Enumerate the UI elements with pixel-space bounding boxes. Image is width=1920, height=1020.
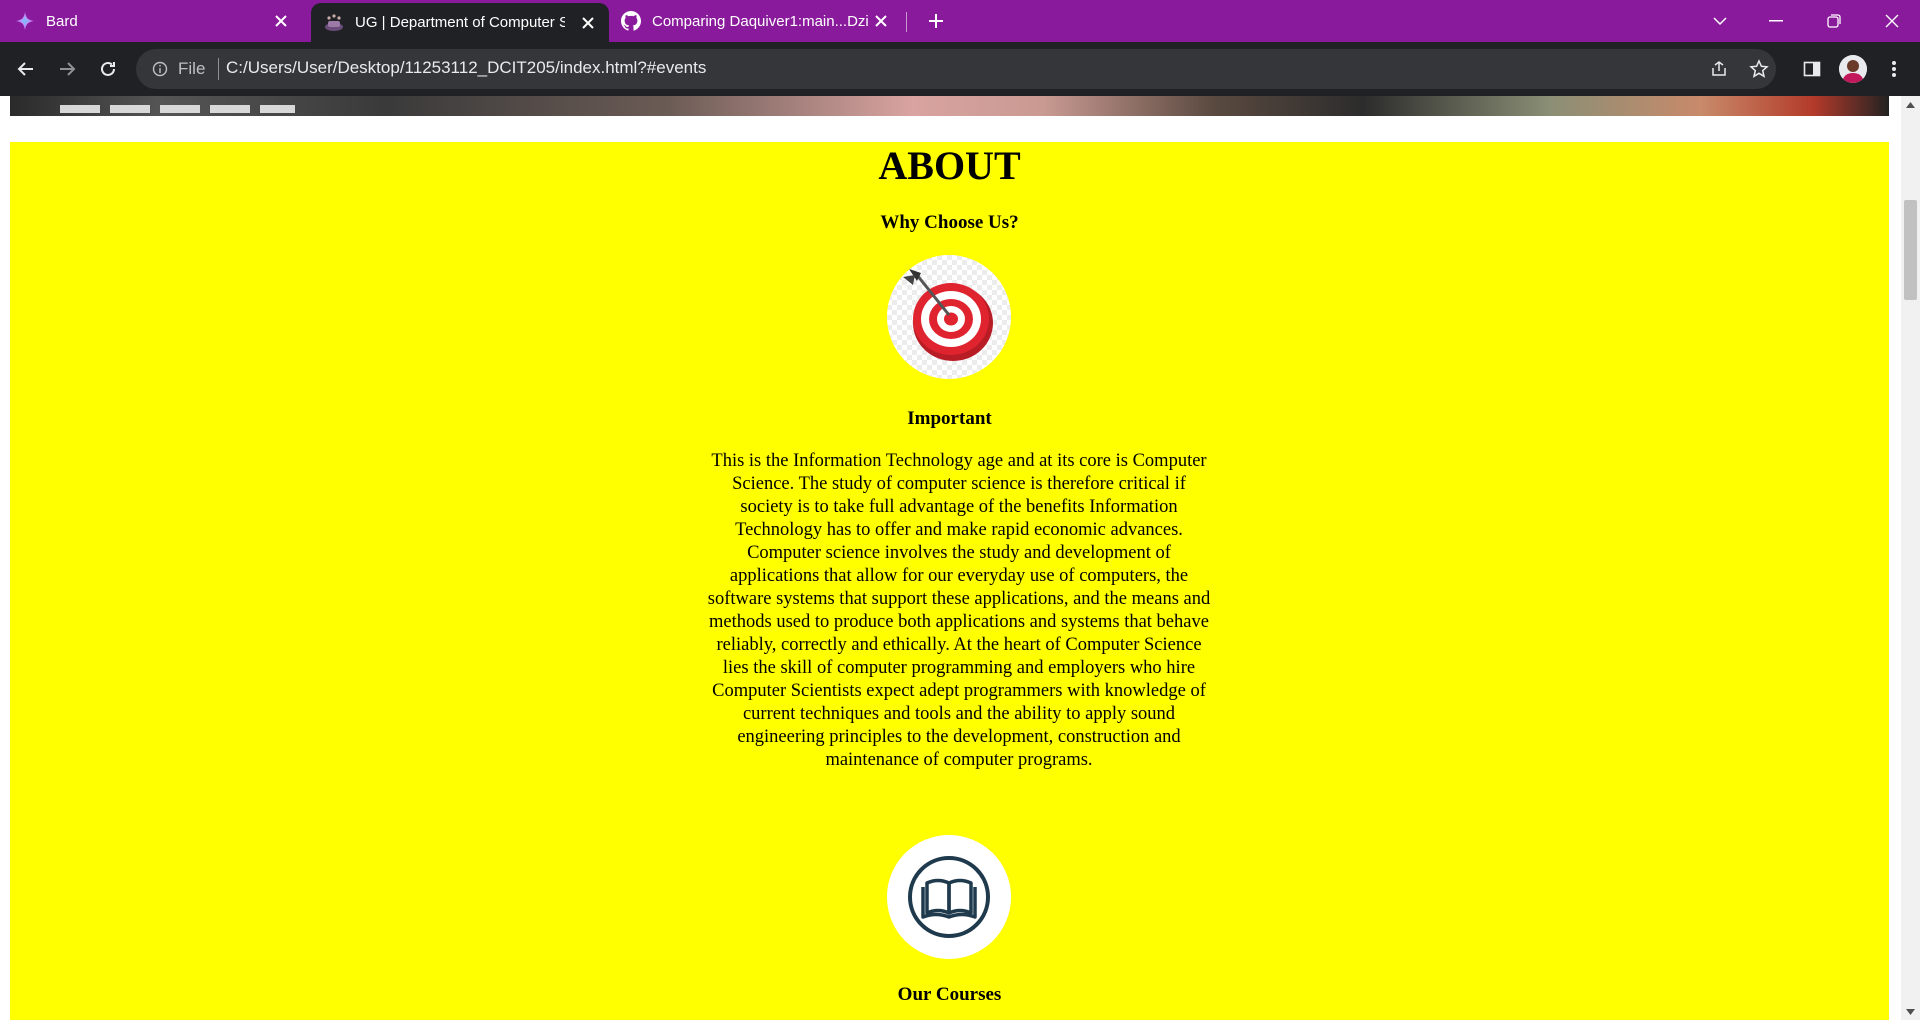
- forward-button[interactable]: [51, 53, 83, 85]
- tab-strip: Bard UG | Department of Computer Science…: [0, 0, 1920, 42]
- side-panel-button[interactable]: [1798, 55, 1826, 83]
- info-icon[interactable]: [150, 59, 170, 79]
- page-scrollbar[interactable]: [1901, 96, 1920, 1020]
- restore-icon: [1827, 14, 1841, 28]
- back-button[interactable]: [10, 53, 42, 85]
- minimize-icon: [1769, 20, 1783, 22]
- close-icon[interactable]: [872, 12, 890, 30]
- about-heading: ABOUT: [878, 143, 1021, 188]
- browser-toolbar: File C:/Users/User/Desktop/11253112_DCIT…: [0, 42, 1920, 96]
- address-bar[interactable]: File C:/Users/User/Desktop/11253112_DCIT…: [136, 49, 1776, 89]
- github-icon: [620, 10, 642, 32]
- tab-title: Comparing Daquiver1:main...Dzi: [652, 12, 869, 30]
- side-panel-icon: [1803, 61, 1821, 77]
- scrollbar-thumb[interactable]: [1904, 200, 1917, 300]
- bard-sparkle-icon: [14, 10, 36, 32]
- menu-button[interactable]: [1880, 55, 1908, 83]
- reload-button[interactable]: [92, 53, 124, 85]
- close-icon[interactable]: [272, 12, 290, 30]
- scheme-label: File: [178, 59, 206, 78]
- bookmark-star-icon[interactable]: [1748, 58, 1770, 80]
- why-choose-us-heading: Why Choose Us?: [880, 212, 1019, 233]
- tab-title: Bard: [46, 12, 78, 30]
- share-icon[interactable]: [1708, 58, 1730, 80]
- tab-title: UG | Department of Computer Science: [355, 14, 565, 31]
- divider: [218, 58, 219, 80]
- tab-ug-department[interactable]: UG | Department of Computer Science: [311, 3, 609, 42]
- arrow-right-icon: [60, 62, 76, 76]
- reload-icon: [101, 61, 115, 76]
- kebab-menu-icon: [1892, 61, 1896, 77]
- page-viewport: ABOUT Why Choose Us? Important This is t…: [0, 96, 1901, 1020]
- hero-image: [10, 96, 1889, 116]
- important-paragraph: This is the Information Technology age a…: [707, 451, 1211, 770]
- target-icon: [887, 255, 1011, 379]
- scroll-up-arrow-icon[interactable]: [1901, 96, 1920, 113]
- plus-icon: [929, 14, 943, 28]
- tab-bard[interactable]: Bard: [14, 0, 304, 42]
- chevron-down-icon: [1713, 17, 1727, 26]
- minimize-button[interactable]: [1748, 0, 1804, 42]
- close-icon[interactable]: [579, 14, 597, 32]
- our-courses-heading: Our Courses: [897, 984, 1002, 1005]
- new-tab-button[interactable]: [922, 7, 950, 35]
- scroll-down-arrow-icon[interactable]: [1901, 1003, 1920, 1020]
- profile-avatar[interactable]: [1839, 55, 1867, 83]
- tab-search-button[interactable]: [1692, 0, 1748, 42]
- url-text[interactable]: C:/Users/User/Desktop/11253112_DCIT205/i…: [226, 58, 706, 78]
- arrow-left-icon: [17, 62, 33, 76]
- ug-crest-icon: [323, 12, 345, 34]
- close-window-button[interactable]: [1864, 0, 1920, 42]
- book-icon: [887, 835, 1011, 959]
- tab-github-compare[interactable]: Comparing Daquiver1:main...Dzi: [620, 0, 910, 42]
- about-section: ABOUT Why Choose Us? Important This is t…: [10, 142, 1889, 1020]
- close-icon: [1885, 14, 1899, 28]
- restore-button[interactable]: [1806, 0, 1862, 42]
- important-heading: Important: [907, 408, 992, 429]
- tab-separator: [906, 12, 907, 32]
